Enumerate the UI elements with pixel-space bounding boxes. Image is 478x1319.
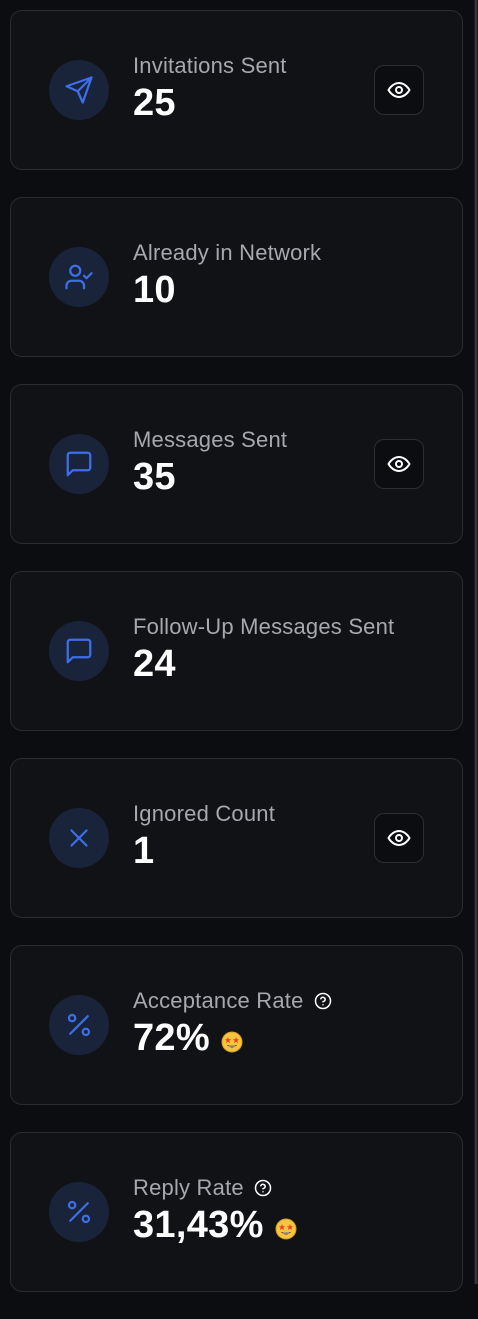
star-struck-emoji-icon (274, 1217, 298, 1241)
user-check-icon (49, 247, 109, 307)
stat-label: Reply Rate (133, 1175, 244, 1200)
eye-icon (387, 82, 411, 98)
view-ignored-button[interactable] (374, 813, 424, 863)
stat-card-acceptance-rate: Acceptance Rate 72% (10, 945, 463, 1105)
stat-value: 10 (133, 269, 176, 311)
stat-label: Messages Sent (133, 427, 288, 452)
stat-label: Ignored Count (133, 801, 276, 826)
percent-icon (49, 995, 109, 1055)
stat-card-follow-up-messages-sent: Follow-Up Messages Sent 24 (10, 571, 463, 731)
stat-card-messages-sent: Messages Sent 35 (10, 384, 463, 544)
stats-list: Invitations Sent 25 Already in Network 1… (10, 10, 463, 1319)
send-icon (49, 60, 109, 120)
help-circle-icon[interactable] (314, 992, 332, 1010)
stat-value: 72% (133, 1017, 210, 1059)
stat-label: Follow-Up Messages Sent (133, 614, 395, 639)
help-circle-icon[interactable] (254, 1179, 272, 1197)
stat-label: Invitations Sent (133, 53, 287, 78)
stat-value: 31,43% (133, 1204, 264, 1246)
star-struck-emoji-icon (220, 1030, 244, 1054)
stat-card-invitations-sent: Invitations Sent 25 (10, 10, 463, 170)
view-invitations-button[interactable] (374, 65, 424, 115)
message-square-icon (49, 434, 109, 494)
stat-value: 24 (133, 643, 176, 685)
stat-label: Already in Network (133, 240, 322, 265)
stat-card-ignored-count: Ignored Count 1 (10, 758, 463, 918)
eye-icon (387, 456, 411, 472)
x-icon (49, 808, 109, 868)
view-messages-button[interactable] (374, 439, 424, 489)
eye-icon (387, 830, 411, 846)
stat-value: 35 (133, 456, 176, 498)
percent-icon (49, 1182, 109, 1242)
stat-card-already-in-network: Already in Network 10 (10, 197, 463, 357)
stat-card-reply-rate: Reply Rate 31,43% (10, 1132, 463, 1292)
stat-value: 1 (133, 830, 155, 872)
message-square-icon (49, 621, 109, 681)
stat-value: 25 (133, 82, 176, 124)
stat-label: Acceptance Rate (133, 988, 304, 1013)
scrollbar[interactable] (474, 0, 478, 1284)
